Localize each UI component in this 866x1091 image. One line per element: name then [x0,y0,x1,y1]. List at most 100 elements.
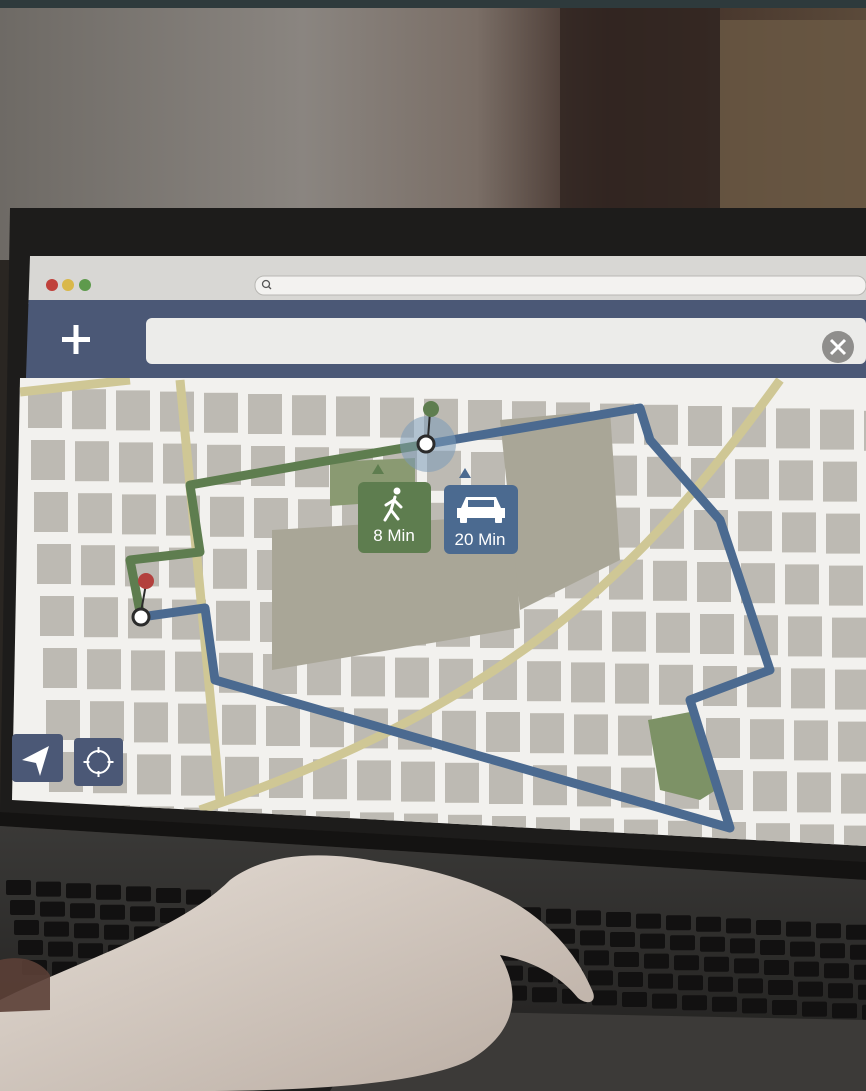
keyboard-key [858,984,866,1000]
browser-address-bar[interactable] [254,275,866,296]
keyboard-key [726,918,751,934]
clear-search-button[interactable] [822,331,854,363]
walk-duration-label: 8 Min [373,526,415,545]
map-block [530,713,564,754]
background-top-band [0,0,866,8]
keyboard-key [794,961,819,977]
navigation-button[interactable] [12,734,63,782]
keyboard-key [592,990,617,1006]
keyboard-key [648,973,673,989]
map-block [395,657,429,698]
window-close-button[interactable] [46,279,58,291]
keyboard-key [622,992,647,1007]
keyboard-key [532,987,557,1003]
map-block [116,390,150,431]
keyboard-key [730,938,755,954]
map-block [137,754,171,795]
keyboard-key [618,972,643,987]
map-block [72,389,106,430]
map-block [336,396,370,437]
keyboard-key [846,924,866,940]
keyboard-key [104,924,129,940]
window-minimize-button[interactable] [62,279,74,291]
map-block [618,715,652,756]
keyboard-key [10,900,35,915]
map-block [351,656,385,697]
map-block [87,649,121,690]
map-block [706,718,740,758]
map-block [656,612,690,653]
map-block [832,617,866,658]
origin-pin[interactable] [138,573,154,589]
map-block [213,548,247,589]
map-block [122,494,156,535]
map-block [357,760,391,801]
keyboard-key [760,940,785,955]
keyboard-key [614,952,639,967]
keyboard-key [640,933,665,949]
keyboard-key [832,1003,857,1019]
background-shelf-dark [560,0,720,220]
keyboard-key [670,935,695,951]
keyboard-key [798,981,823,997]
keyboard-key [700,936,725,952]
keyboard-key [666,915,691,931]
map-block [527,661,561,702]
map-block [210,496,244,537]
map-block [738,511,772,552]
map-block [75,441,109,482]
map-block [615,663,649,704]
map-block [204,392,238,433]
map-block [841,773,866,814]
keyboard-key [674,955,699,971]
map-block [134,702,168,743]
map-block [37,544,71,584]
map-block [794,720,828,761]
keyboard-key [742,998,767,1014]
keyboard-key [546,908,571,924]
keyboard-key [768,980,793,995]
map-block [688,406,722,446]
keyboard-key [820,943,845,959]
map-block [266,706,300,746]
map-block [653,560,687,601]
map-block [779,460,813,501]
window-maximize-button[interactable] [79,279,91,291]
search-input[interactable] [146,318,866,364]
map-block [823,461,857,502]
map-block [222,704,256,745]
map-block [797,772,831,813]
map-block [248,394,282,434]
keyboard-key [854,964,866,980]
keyboard-key [576,910,601,926]
origin-node [131,607,151,627]
keyboard-key [756,920,781,935]
map-block [700,614,734,654]
background-books [720,20,866,220]
keyboard-key [48,941,73,957]
keyboard-key [584,950,609,966]
map-block [34,492,68,532]
map-block [785,564,819,605]
map-block [835,669,866,710]
locate-button[interactable] [74,738,123,786]
map-block [401,761,435,802]
car-duration-label: 20 Min [454,530,505,549]
map-block [571,662,605,703]
map-block [782,512,816,553]
map-block [43,648,77,688]
keyboard-key [802,1001,827,1017]
keyboard-key [712,996,737,1012]
map-block [750,719,784,760]
photo-scene: 8 Min 20 Min [0,0,866,1091]
keyboard-key [850,944,866,960]
keyboard-key [70,903,95,919]
destination-pin[interactable] [423,401,439,417]
map-block [820,409,854,450]
keyboard-key [606,912,631,927]
keyboard-key [126,886,151,902]
keyboard-key [156,888,181,903]
map-block [838,721,866,762]
map-block [78,493,112,534]
destination-node [416,434,436,454]
